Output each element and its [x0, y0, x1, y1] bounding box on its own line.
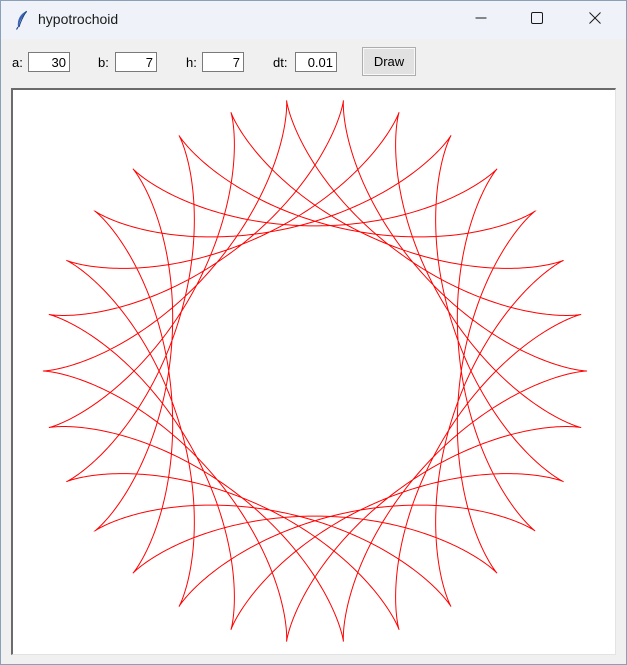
dt-label: dt: [273, 55, 288, 70]
feather-icon [14, 10, 30, 30]
app-window: hypotrochoid a: b: h: dt: Draw [0, 0, 627, 665]
a-label: a: [12, 55, 23, 70]
b-input[interactable] [115, 52, 157, 72]
maximize-button[interactable] [514, 1, 560, 39]
window-title: hypotrochoid [38, 11, 119, 27]
hypotrochoid-plot [42, 100, 588, 642]
h-label: h: [186, 55, 197, 70]
minimize-icon [475, 11, 487, 29]
h-input[interactable] [202, 52, 244, 72]
hypotrochoid-curve [42, 100, 588, 642]
close-icon [589, 11, 601, 29]
dt-input[interactable] [295, 52, 337, 72]
draw-button[interactable]: Draw [362, 47, 416, 76]
minimize-button[interactable] [458, 1, 504, 39]
b-label: b: [98, 55, 109, 70]
close-button[interactable] [572, 1, 618, 39]
title-bar[interactable]: hypotrochoid [1, 1, 626, 39]
maximize-icon [531, 11, 543, 29]
a-input[interactable] [28, 52, 70, 72]
drawing-canvas[interactable] [11, 88, 616, 655]
parameter-toolbar: a: b: h: dt: Draw [1, 39, 626, 85]
